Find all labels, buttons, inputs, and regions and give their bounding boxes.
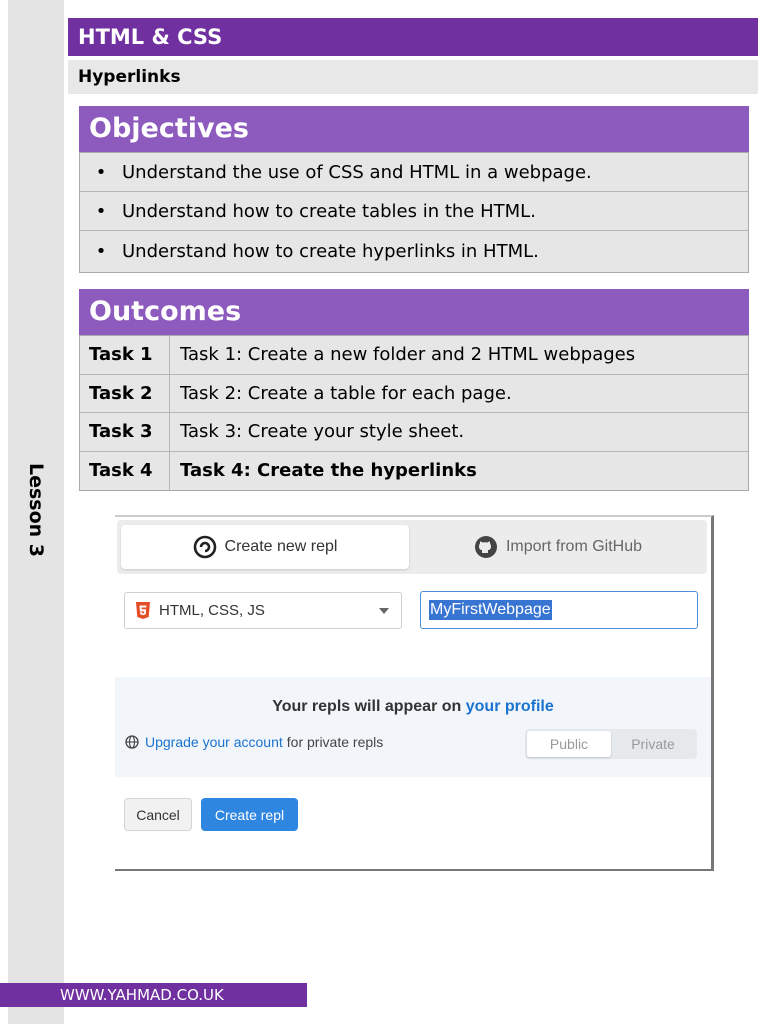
task-description: Task 3: Create your style sheet.: [180, 421, 465, 443]
globe-icon: [125, 735, 139, 749]
upgrade-account-link[interactable]: Upgrade your account: [145, 734, 283, 750]
objective-text: Understand how to create tables in the H…: [122, 200, 536, 222]
visibility-toggle: Public Private: [525, 729, 697, 759]
github-icon: [474, 536, 497, 558]
task-label: Task 3: [80, 413, 170, 451]
lesson-label: Lesson 3: [25, 462, 47, 558]
table-row: Task 3 Task 3: Create your style sheet.: [80, 413, 748, 452]
upgrade-row: Upgrade your account for private repls: [125, 734, 383, 750]
task-description: Task 2: Create a table for each page.: [180, 382, 512, 404]
repl-dialog-screenshot: Create new repl Import from GitHub HTML,…: [115, 515, 714, 871]
visibility-private[interactable]: Private: [611, 731, 695, 757]
outcomes-heading: Outcomes: [79, 289, 749, 335]
table-row: Task 2 Task 2: Create a table for each p…: [80, 374, 748, 413]
tab-create-label: Create new repl: [224, 538, 338, 555]
repl-name-input[interactable]: MyFirstWebpage: [420, 591, 698, 629]
objective-text: Understand how to create hyperlinks in H…: [122, 241, 539, 262]
upgrade-suffix-text: for private repls: [286, 734, 384, 750]
footer-url: WWW.YAHMAD.CO.UK: [0, 983, 307, 1007]
bullet: •: [95, 161, 107, 183]
task-description: Task 1: Create a new folder and 2 HTML w…: [180, 344, 636, 366]
replit-icon: [193, 535, 216, 559]
repl-name-value: MyFirstWebpage: [429, 600, 552, 620]
bullet: •: [95, 200, 107, 222]
create-repl-button[interactable]: Create repl: [201, 798, 298, 831]
objectives-heading: Objectives: [79, 106, 749, 152]
list-item: • Understand the use of CSS and HTML in …: [80, 153, 748, 192]
tab-create-new-repl[interactable]: Create new repl: [121, 525, 409, 569]
outcomes-table: Task 1 Task 1: Create a new folder and 2…: [79, 335, 749, 491]
tab-import-github[interactable]: Import from GitHub: [413, 525, 703, 569]
task-label: Task 2: [80, 374, 170, 412]
bullet: •: [95, 241, 107, 262]
objective-text: Understand the use of CSS and HTML in a …: [122, 161, 592, 183]
task-label: Task 4: [80, 451, 170, 490]
language-select-value: HTML, CSS, JS: [159, 602, 265, 619]
language-select[interactable]: HTML, CSS, JS: [124, 592, 402, 629]
html5-icon: [136, 601, 150, 619]
visibility-public[interactable]: Public: [527, 731, 611, 757]
profile-info: Your repls will appear on your profile: [115, 698, 711, 716]
repl-tab-bar: Create new repl Import from GitHub: [117, 520, 707, 574]
task-description: Task 4: Create the hyperlinks: [180, 460, 477, 482]
info-text: Your repls will appear on: [272, 698, 466, 715]
table-row: Task 4 Task 4: Create the hyperlinks: [80, 451, 748, 490]
tab-import-label: Import from GitHub: [505, 538, 643, 555]
info-panel: Your repls will appear on your profile U…: [115, 677, 711, 777]
task-label: Task 1: [80, 336, 170, 374]
profile-link[interactable]: your profile: [466, 698, 554, 715]
chevron-down-icon: [379, 608, 389, 614]
list-item: • Understand how to create hyperlinks in…: [80, 231, 748, 272]
page-subtitle: Hyperlinks: [68, 60, 758, 94]
list-item: • Understand how to create tables in the…: [80, 192, 748, 231]
cancel-button[interactable]: Cancel: [124, 798, 192, 831]
page-title: HTML & CSS: [68, 18, 758, 56]
table-row: Task 1 Task 1: Create a new folder and 2…: [80, 336, 748, 375]
objectives-list: • Understand the use of CSS and HTML in …: [79, 152, 749, 273]
